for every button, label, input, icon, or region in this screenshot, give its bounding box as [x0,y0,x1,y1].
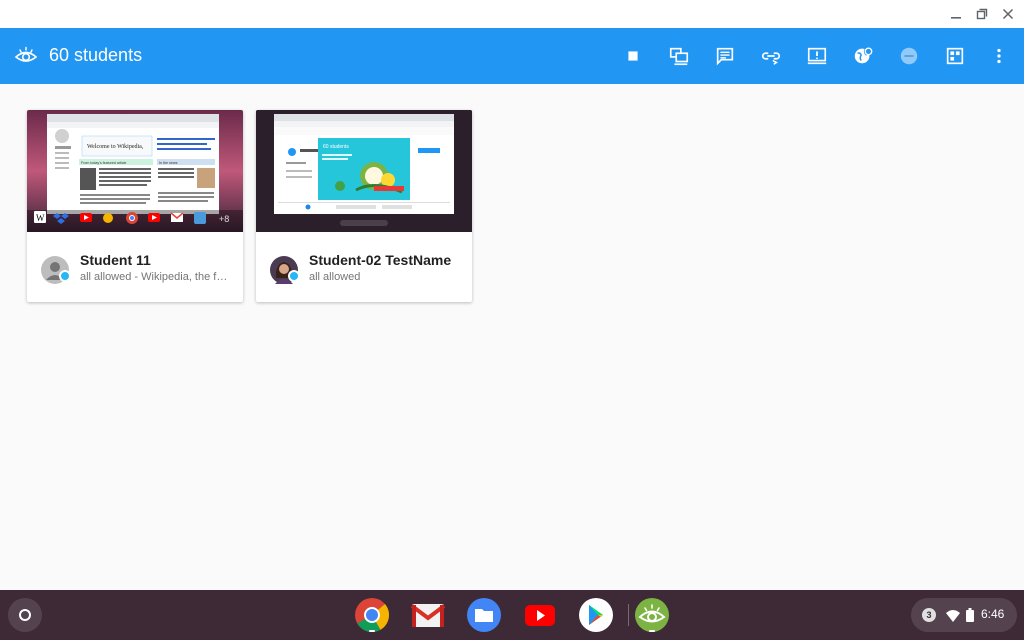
layout-icon[interactable] [943,44,967,68]
thumbnail-section-2: In the news [159,161,178,165]
youtube-icon[interactable] [522,597,558,633]
window-caption [0,0,1024,28]
web-filter-icon[interactable] [851,44,875,68]
online-status-badge [59,270,71,282]
app-bar: 60 students [0,28,1024,84]
clock-time: 6:46 [981,607,1005,621]
thumbnail-section-1: From today's featured article [81,161,126,165]
files-icon[interactable] [466,597,502,633]
student-name: Student-02 TestName [309,252,452,268]
thumbnail-overflow-count: +8 [219,214,229,224]
student-status: all allowed [309,271,361,283]
svg-text:W: W [36,213,45,223]
shelf: 3 6:46 [0,590,1024,640]
launcher-circle-icon [19,609,31,621]
running-indicator [369,630,375,632]
student-card[interactable]: Welcome to Wikipedia, From today's featu… [27,110,243,302]
thumbnail-heading: 60 students [323,144,349,150]
notification-count-badge: 3 [922,608,936,622]
chrome-icon[interactable] [354,597,390,633]
thumbnail-heading: Welcome to Wikipedia, [87,144,144,150]
focus-icon[interactable] [897,44,921,68]
eye-icon [14,44,38,68]
classroom-eye-icon[interactable] [634,597,670,633]
open-link-icon[interactable] [759,44,783,68]
stop-icon[interactable] [621,44,645,68]
message-icon[interactable] [713,44,737,68]
running-indicator [649,630,655,632]
screen-thumbnail[interactable]: Welcome to Wikipedia, From today's featu… [27,110,243,232]
battery-icon [966,608,974,622]
more-vert-icon[interactable] [987,44,1011,68]
wifi-icon [946,609,960,622]
restore-icon[interactable] [972,4,992,24]
student-name: Student 11 [80,252,151,268]
page-title: 60 students [49,45,143,65]
play-store-icon[interactable] [578,597,614,633]
student-info: Student-02 TestName all allowed [256,232,472,302]
lock-screen-icon[interactable] [805,44,829,68]
share-screen-icon[interactable] [667,44,691,68]
minimize-icon[interactable] [946,4,966,24]
student-card[interactable]: 60 students Student-02 TestName all allo… [256,110,472,302]
student-status: all allowed - Wikipedia, the free encycl… [80,271,230,283]
close-icon[interactable] [998,4,1018,24]
status-tray[interactable]: 3 6:46 [911,598,1017,632]
shelf-separator [628,604,629,626]
launcher-button[interactable] [8,598,42,632]
online-status-badge [288,270,300,282]
gmail-icon[interactable] [410,597,446,633]
student-info: Student 11 all allowed - Wikipedia, the … [27,232,243,302]
screen-thumbnail[interactable]: 60 students [256,110,472,232]
